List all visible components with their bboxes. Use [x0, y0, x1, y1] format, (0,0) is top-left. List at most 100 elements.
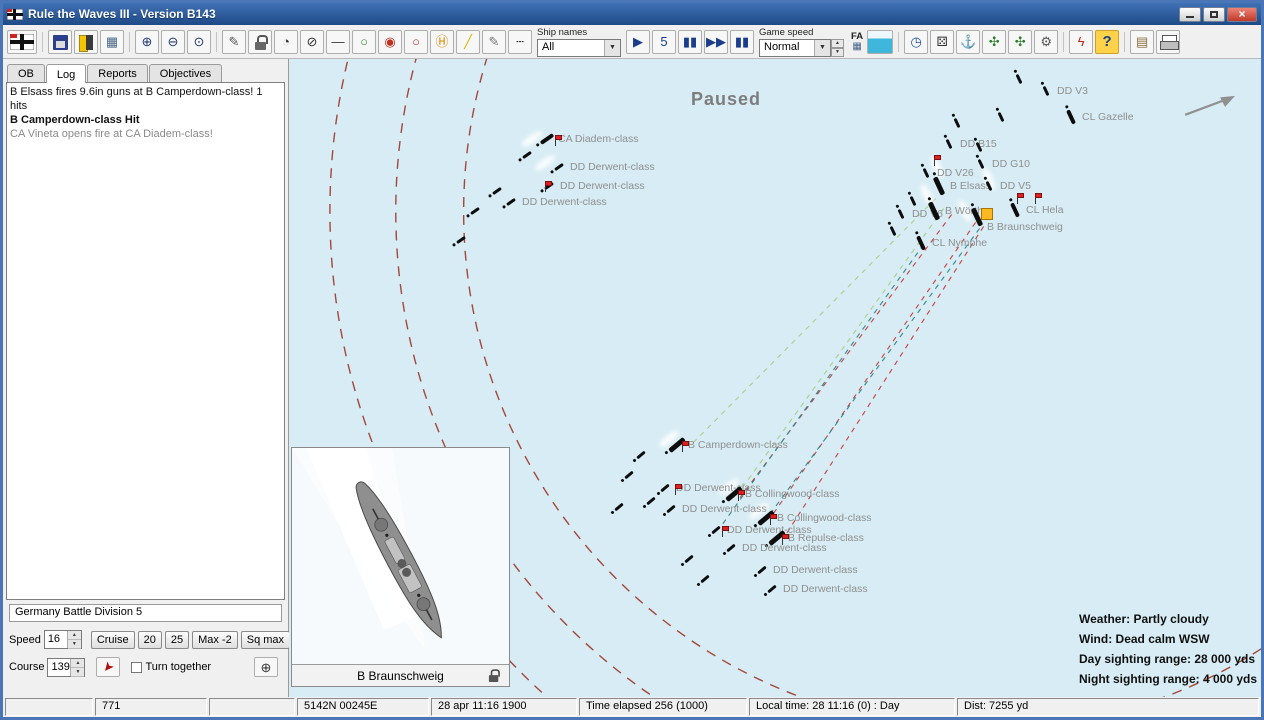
ship-marker[interactable] — [506, 198, 516, 206]
speed-preset-25[interactable]: 25 — [165, 631, 189, 649]
ship-marker[interactable] — [890, 226, 897, 236]
speed-preset-sq-max[interactable]: Sq max — [241, 631, 290, 649]
tactical-map[interactable]: Paused Weather: Partly cloudyWind: Dead … — [289, 59, 1261, 697]
ship-marker[interactable] — [978, 159, 985, 169]
speed5-button[interactable]: 5 — [652, 30, 676, 54]
ship-marker[interactable] — [1010, 202, 1020, 217]
turn-together-checkbox[interactable] — [131, 662, 142, 673]
ship-marker[interactable] — [554, 163, 564, 171]
clock-button[interactable]: ◷ — [904, 30, 928, 54]
speed-down-button[interactable]: ▼ — [68, 640, 81, 649]
ship-marker[interactable] — [492, 187, 502, 195]
pause2-button[interactable]: ▮▮ — [730, 30, 754, 54]
tab-objectives[interactable]: Objectives — [149, 64, 222, 82]
ship-marker[interactable] — [614, 503, 624, 512]
ship-marker[interactable] — [757, 566, 767, 575]
ship-marker[interactable] — [646, 497, 656, 506]
step-button[interactable]: ▶ — [626, 30, 650, 54]
ship-marker[interactable] — [726, 544, 736, 553]
formation-button[interactable]: ✣ — [982, 30, 1006, 54]
ship-marker[interactable] — [636, 451, 646, 460]
ship-names-select[interactable]: All ▼ — [537, 39, 621, 57]
speed-spin-up[interactable]: ▲ — [831, 39, 844, 48]
sea-view-button[interactable] — [867, 30, 893, 54]
fleet-grid-button[interactable]: ▦ — [100, 30, 124, 54]
zoom-out-button[interactable]: ⊖ — [161, 30, 185, 54]
formation-settings-button[interactable]: ⚙ — [1034, 30, 1058, 54]
dice-button[interactable]: ⚄ — [930, 30, 954, 54]
ship-marker[interactable] — [666, 505, 676, 514]
maximize-button[interactable] — [1203, 7, 1225, 22]
course-down-button[interactable]: ▼ — [71, 668, 84, 677]
print-button[interactable] — [1156, 30, 1180, 54]
german-flag-button[interactable] — [7, 30, 37, 54]
ship-marker[interactable] — [1016, 74, 1023, 84]
formation-plus-button[interactable]: ✣ — [1008, 30, 1032, 54]
selected-unit-box[interactable] — [981, 208, 993, 220]
yellow-line-button[interactable]: ╱ — [456, 30, 480, 54]
save-button[interactable] — [48, 30, 72, 54]
speed-up-button[interactable]: ▲ — [68, 631, 81, 640]
range-dash-icon: — — [332, 35, 345, 48]
red-ring-button[interactable]: ○ — [404, 30, 428, 54]
speed-preset-20[interactable]: 20 — [138, 631, 162, 649]
fast-forward-button[interactable]: ▶▶ — [704, 30, 728, 54]
pause-button[interactable]: ▮▮ — [678, 30, 702, 54]
ship-marker[interactable] — [711, 526, 721, 535]
ship-marker[interactable] — [1043, 86, 1050, 96]
ship-marker[interactable] — [660, 484, 670, 493]
ship-marker[interactable] — [522, 151, 532, 159]
bearing-button[interactable]: ⊘ — [300, 30, 324, 54]
ship-marker[interactable] — [624, 471, 634, 480]
pencil-button[interactable]: ✎ — [482, 30, 506, 54]
speed-stepper[interactable]: 16 ▲▼ — [44, 630, 82, 649]
red-range-button[interactable]: ◉ — [378, 30, 402, 54]
chevron-down-icon[interactable]: ▼ — [814, 40, 830, 56]
log-book-button[interactable] — [74, 30, 98, 54]
lock-icon[interactable] — [485, 668, 504, 685]
lock-view-button[interactable] — [248, 30, 272, 54]
zoom-fit-button[interactable]: ⊙ — [187, 30, 211, 54]
course-up-button[interactable]: ▲ — [71, 659, 84, 668]
gunnery-flash-button[interactable]: ϟ — [1069, 30, 1093, 54]
game-speed-select[interactable]: Normal ▼ — [759, 39, 831, 57]
ship-marker[interactable] — [998, 112, 1005, 122]
range-dash-button[interactable]: — — [326, 30, 350, 54]
tab-log[interactable]: Log — [46, 64, 86, 83]
course-stepper[interactable]: 139 ▲▼ — [47, 658, 85, 677]
ship-marker[interactable] — [456, 236, 466, 244]
ship-marker[interactable] — [1066, 109, 1076, 124]
green-range-button[interactable]: ○ — [352, 30, 376, 54]
help-button[interactable]: ? — [1095, 30, 1119, 54]
measure-button[interactable]: ✎ — [222, 30, 246, 54]
ship-marker[interactable] — [946, 139, 953, 149]
dotted-line-button[interactable]: ┄ — [508, 30, 532, 54]
ship-marker[interactable] — [916, 235, 926, 250]
formation-center-button[interactable]: ⊕ — [254, 657, 278, 677]
speed-preset-cruise[interactable]: Cruise — [91, 631, 135, 649]
anchor-button[interactable]: ⚓ — [956, 30, 980, 54]
close-button[interactable]: × — [1227, 7, 1257, 22]
flag-icon — [782, 534, 789, 539]
minimize-button[interactable] — [1179, 7, 1201, 22]
speed-preset-max-2[interactable]: Max -2 — [192, 631, 238, 649]
ship-marker[interactable] — [923, 168, 930, 178]
compass-button[interactable]: ◔ — [274, 30, 298, 54]
zoom-in-button[interactable]: ⊕ — [135, 30, 159, 54]
ship-marker[interactable] — [898, 209, 905, 219]
course-pointer-button[interactable]: ➤ — [96, 657, 120, 677]
speed-spin-down[interactable]: ▼ — [831, 48, 844, 57]
ship-marker[interactable] — [470, 207, 480, 215]
ship-marker[interactable] — [910, 196, 917, 206]
fa-grid-icon[interactable]: ▦ — [852, 42, 861, 52]
hits-marker-button[interactable]: Ⓗ — [430, 30, 454, 54]
ship-marker[interactable] — [954, 118, 961, 128]
chevron-down-icon[interactable]: ▼ — [604, 40, 620, 56]
tab-reports[interactable]: Reports — [87, 64, 148, 82]
ship-marker[interactable] — [700, 575, 710, 584]
ship-marker[interactable] — [933, 176, 946, 195]
ship-marker[interactable] — [767, 585, 777, 594]
ship-marker[interactable] — [684, 555, 694, 564]
report-scroll-button[interactable]: ▤ — [1130, 30, 1154, 54]
tab-ob[interactable]: OB — [7, 64, 45, 82]
